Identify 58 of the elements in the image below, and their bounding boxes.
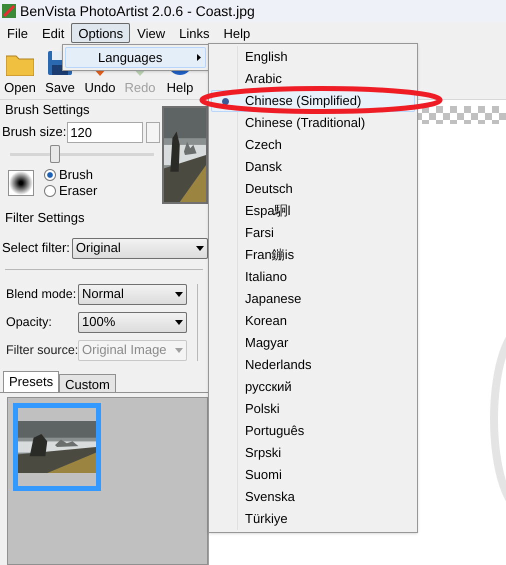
language-item[interactable]: Fran鏰is [211,244,415,266]
language-item[interactable]: Dansk [211,156,415,178]
field-label: Filter source: [6,342,77,359]
preset-thumbnail[interactable] [13,402,101,490]
toolbar-button[interactable]: Open [0,45,40,97]
menu-item[interactable]: Help [216,23,258,43]
language-item[interactable]: Korean [211,310,415,332]
language-item[interactable]: Japanese [211,288,415,310]
caret-icon [175,348,183,352]
radio-button[interactable] [44,184,56,196]
language-item[interactable]: Czech [211,134,415,156]
radio-option[interactable]: Eraser [44,182,98,198]
menu-item[interactable]: File [0,23,35,43]
group-title: Filter Settings [4,209,86,227]
tab[interactable]: Custom [59,374,116,392]
language-item[interactable]: Arabic [211,68,415,90]
radio-button[interactable] [44,168,56,180]
slider-track[interactable] [10,144,154,162]
caret-icon [175,292,183,296]
field-label: Select filter: [2,239,70,258]
language-item[interactable]: Suomi [211,464,415,486]
caret-icon [196,246,204,250]
dropdown[interactable]: Normal [78,284,187,304]
menu-item[interactable]: Edit [34,23,72,43]
language-item[interactable]: Svenska [211,486,415,508]
brush-preview [8,170,34,196]
field-label: Blend mode: [6,286,77,303]
language-item[interactable]: Chinese (Traditional) [211,112,415,134]
spin-buttons[interactable] [146,122,160,142]
language-item[interactable]: Srpski [211,442,415,464]
language-item[interactable]: English [211,46,415,68]
radio-option[interactable]: Brush [44,166,98,182]
language-item[interactable]: Polski [211,398,415,420]
submenu-arrow-icon [197,54,201,61]
language-item[interactable]: Deutsch [211,178,415,200]
menu-item[interactable]: Options [71,23,130,43]
language-item[interactable]: Magyar [211,332,415,354]
language-item[interactable]: русский [211,376,415,398]
window-title: BenVista PhotoArtist 2.0.6 - Coast.jpg [20,2,255,21]
tab[interactable]: Presets [3,370,60,392]
language-item[interactable]: Italiano [211,266,415,288]
caret-icon [175,320,183,324]
language-item[interactable]: Nederlands [211,354,415,376]
group-title: Brush Settings [4,101,91,119]
menu-item[interactable]: View [130,23,172,43]
radio-bullet-icon [222,98,229,104]
brush-size-field[interactable]: 120 [67,122,144,142]
dropdown[interactable]: 100% [78,312,187,332]
language-item[interactable]: Türkiye [211,508,415,530]
menu-item[interactable]: Links [172,23,216,43]
language-item[interactable]: Espa駉l [211,200,415,222]
field-label: Brush size: [2,123,66,142]
field-label: Opacity: [6,314,53,331]
slider-thumb[interactable] [50,144,60,162]
dropdown[interactable]: Original [72,238,208,258]
language-item[interactable]: Farsi [211,222,415,244]
language-item[interactable]: Português [211,420,415,442]
app-logo-icon [2,4,16,18]
